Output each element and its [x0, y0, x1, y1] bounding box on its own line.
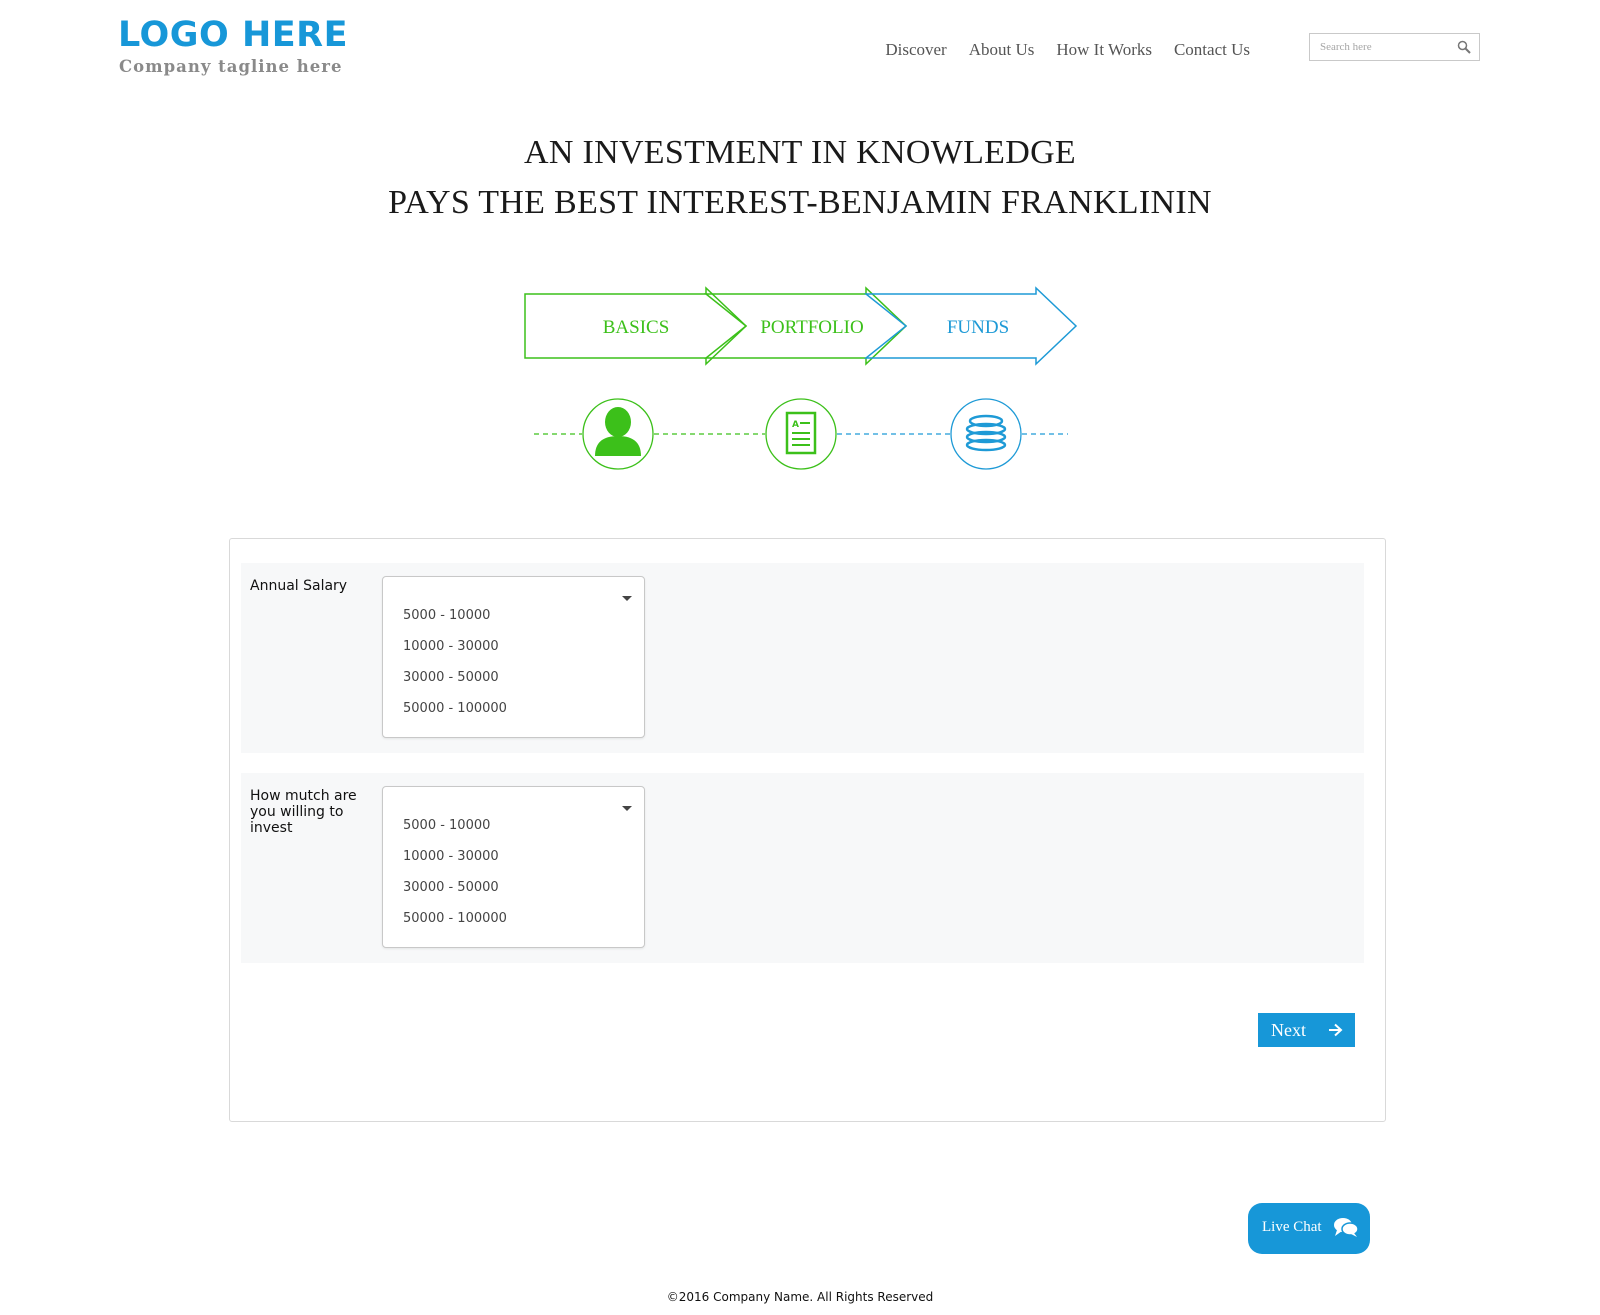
- logo[interactable]: LOGO HERE: [118, 18, 348, 53]
- select-option[interactable]: 10000 - 30000: [403, 639, 499, 654]
- select-option[interactable]: 50000 - 100000: [403, 701, 507, 716]
- arrow-right-icon: [1329, 1023, 1343, 1037]
- quote-line-2: PAYS THE BEST INTEREST-BENJAMIN FRANKLIN…: [388, 184, 1212, 221]
- annual-salary-select[interactable]: 5000 - 10000 10000 - 30000 30000 - 50000…: [382, 576, 645, 738]
- main-nav: Discover About Us How It Works Contact U…: [885, 40, 1250, 60]
- quote-line-1: AN INVESTMENT IN KNOWLEDGE: [523, 134, 1077, 171]
- form-row-invest-amount: How mutch are you willing to invest 5000…: [241, 773, 1364, 963]
- select-option[interactable]: 30000 - 50000: [403, 880, 499, 895]
- step-label-funds[interactable]: FUNDS: [947, 317, 1009, 338]
- chevron-down-icon[interactable]: [622, 806, 632, 811]
- svg-text:A: A: [792, 420, 799, 430]
- live-chat-label: Live Chat: [1262, 1219, 1322, 1235]
- step-label-basics[interactable]: BASICS: [603, 317, 670, 338]
- user-icon: [582, 398, 654, 470]
- live-chat-button[interactable]: Live Chat: [1248, 1203, 1370, 1254]
- progress-steps: BASICS PORTFOLIO FUNDS A: [524, 286, 1078, 470]
- form-row-annual-salary: Annual Salary 5000 - 10000 10000 - 30000…: [241, 563, 1364, 753]
- select-option[interactable]: 30000 - 50000: [403, 670, 499, 685]
- footer-copyright: ©2016 Company Name. All Rights Reserved: [666, 1290, 934, 1304]
- select-option[interactable]: 5000 - 10000: [403, 818, 490, 833]
- investment-form: Annual Salary 5000 - 10000 10000 - 30000…: [229, 538, 1386, 1122]
- next-button[interactable]: Next: [1258, 1013, 1355, 1047]
- nav-about-us[interactable]: About Us: [969, 40, 1035, 60]
- invest-amount-label: How mutch are you willing to invest: [250, 788, 357, 836]
- annual-salary-label: Annual Salary: [250, 578, 348, 594]
- step-label-portfolio[interactable]: PORTFOLIO: [760, 317, 863, 338]
- select-option[interactable]: 5000 - 10000: [403, 608, 490, 623]
- select-option[interactable]: 10000 - 30000: [403, 849, 499, 864]
- company-tagline: Company tagline here: [119, 57, 343, 76]
- search-input[interactable]: [1310, 34, 1458, 60]
- nav-how-it-works[interactable]: How It Works: [1056, 40, 1152, 60]
- hero-quote: AN INVESTMENT IN KNOWLEDGE PAYS THE BEST…: [0, 128, 1600, 228]
- select-option[interactable]: 50000 - 100000: [403, 911, 507, 926]
- invest-amount-select[interactable]: 5000 - 10000 10000 - 30000 30000 - 50000…: [382, 786, 645, 948]
- document-icon: A: [765, 398, 837, 470]
- coins-icon: [950, 398, 1022, 470]
- search-box: [1309, 33, 1480, 61]
- nav-discover[interactable]: Discover: [885, 40, 946, 60]
- chat-bubbles-icon: [1334, 1218, 1359, 1237]
- nav-contact-us[interactable]: Contact Us: [1174, 40, 1250, 60]
- search-icon[interactable]: [1457, 40, 1471, 54]
- next-button-label: Next: [1271, 1020, 1306, 1040]
- chevron-down-icon[interactable]: [622, 596, 632, 601]
